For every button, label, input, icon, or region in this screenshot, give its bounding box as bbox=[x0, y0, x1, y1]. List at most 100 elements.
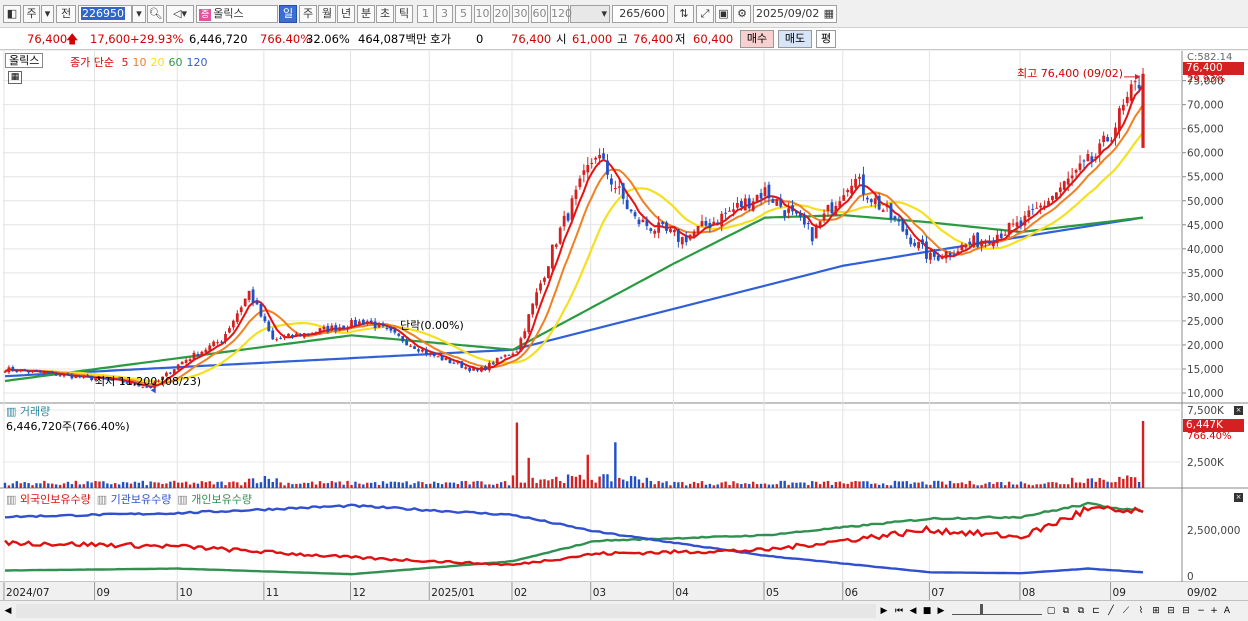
volume-bar bbox=[228, 482, 231, 488]
grid-toggle-icon[interactable]: ▦ bbox=[8, 71, 22, 84]
period-5[interactable]: 초 bbox=[376, 5, 394, 23]
next-page-icon[interactable]: ▶ bbox=[935, 604, 947, 618]
period-3[interactable]: 년 bbox=[337, 5, 355, 23]
interval-4[interactable]: 20 bbox=[493, 5, 510, 23]
candle-body bbox=[779, 198, 783, 207]
volume-bar bbox=[247, 478, 251, 488]
volume-bar bbox=[425, 484, 428, 488]
holding-legend-1[interactable]: ▥ 기관보유수량 bbox=[97, 493, 172, 506]
zoom-slider-handle[interactable] bbox=[980, 604, 983, 615]
zoom-in-icon[interactable]: + bbox=[1208, 604, 1220, 618]
volume-bar bbox=[54, 484, 58, 488]
compare-icon[interactable]: ⇅ bbox=[674, 5, 694, 23]
candle-body bbox=[637, 219, 641, 225]
candle-body bbox=[688, 234, 692, 240]
ma-legend-60[interactable]: 60 bbox=[168, 56, 182, 69]
buy-button[interactable]: 매수 bbox=[740, 30, 774, 48]
scroll-right-icon[interactable]: ▶ bbox=[878, 604, 890, 618]
scrollbar-track[interactable] bbox=[16, 604, 876, 618]
interval-5[interactable]: 30 bbox=[512, 5, 529, 23]
candle-body bbox=[531, 303, 535, 315]
scroll-left-icon[interactable]: ◀ bbox=[2, 604, 14, 618]
prev-page-icon[interactable]: ◀ bbox=[907, 604, 919, 618]
zoom-slider[interactable] bbox=[952, 604, 1042, 615]
period-6[interactable]: 틱 bbox=[395, 5, 413, 23]
candle-body bbox=[673, 230, 676, 233]
stock-name-field[interactable]: 증 올릭스 bbox=[196, 5, 278, 23]
text-tool-icon[interactable]: A bbox=[1221, 604, 1233, 618]
candle-body bbox=[810, 227, 814, 242]
compare-view-icon[interactable]: ⧉ bbox=[1060, 604, 1072, 618]
copy-icon[interactable]: ⧉ bbox=[1075, 604, 1087, 618]
candle-body bbox=[291, 334, 294, 337]
gear-icon[interactable]: ⚙ bbox=[733, 5, 751, 23]
chart-area[interactable]: 75,000 70,000 65,000 60,000 55,000 50,000 45,0… bbox=[0, 51, 1248, 600]
interval-7[interactable]: 120 bbox=[550, 5, 572, 23]
ma-legend-120[interactable]: 120 bbox=[186, 56, 207, 69]
code-input[interactable]: 226950 bbox=[78, 5, 132, 23]
ruler-icon[interactable]: ⊏ bbox=[1090, 604, 1102, 618]
window-menu-icon[interactable]: ◧ bbox=[3, 5, 21, 23]
candle-body bbox=[736, 202, 739, 208]
candle-body bbox=[330, 325, 334, 331]
interval-6[interactable]: 60 bbox=[531, 5, 548, 23]
ma-legend-10[interactable]: 10 bbox=[132, 56, 146, 69]
volume-bar bbox=[988, 482, 991, 488]
volume-bar bbox=[767, 484, 771, 488]
period-2[interactable]: 월 bbox=[318, 5, 336, 23]
volume-bar bbox=[972, 484, 975, 488]
candle-body bbox=[547, 266, 550, 279]
stop-icon[interactable]: ■ bbox=[921, 604, 933, 618]
first-icon[interactable]: ⏮ bbox=[893, 604, 905, 618]
holding-legend-0[interactable]: ▥ 외국인보유수량 bbox=[6, 493, 91, 506]
volume-bar bbox=[125, 482, 129, 488]
volume-bar bbox=[732, 481, 735, 488]
date-field[interactable]: 2025/09/02 ▦ bbox=[753, 5, 837, 23]
layout-icon[interactable]: ▢ bbox=[1045, 604, 1057, 618]
holding-legend-2[interactable]: ▥ 개인보유수량 bbox=[177, 493, 252, 506]
market-dropdown-icon[interactable]: ▾ bbox=[41, 5, 54, 23]
period-1[interactable]: 주 bbox=[299, 5, 317, 23]
cursor-icon[interactable]: ⤢ bbox=[696, 5, 714, 23]
y-tick-label: 50,000 bbox=[1187, 196, 1224, 208]
candle-body bbox=[208, 345, 212, 351]
ma-legend-20[interactable]: 20 bbox=[150, 56, 164, 69]
save-icon[interactable]: ▣ bbox=[715, 5, 732, 23]
volume-bar bbox=[622, 479, 625, 488]
search-icon[interactable]: 🔍︎ bbox=[147, 5, 164, 23]
draw-tool-icon[interactable]: ⌇ bbox=[1135, 604, 1147, 618]
candle-body bbox=[350, 320, 353, 328]
trend-tool-icon[interactable]: ⟋ bbox=[1120, 604, 1132, 618]
chart-svg[interactable]: 75,00070,00065,00060,00055,00050,00045,0… bbox=[0, 51, 1248, 600]
sound-icon[interactable]: ◁▾ bbox=[166, 5, 194, 23]
pane-name-box[interactable]: 올릭스 bbox=[5, 53, 44, 68]
sell-button[interactable]: 매도 bbox=[778, 30, 812, 48]
interval-0[interactable]: 1 bbox=[417, 5, 434, 23]
fib-tool-icon[interactable]: ⊞ bbox=[1150, 604, 1162, 618]
interval-1[interactable]: 3 bbox=[436, 5, 453, 23]
calendar-icon[interactable]: ▦ bbox=[824, 6, 836, 22]
candle-body bbox=[255, 301, 259, 305]
zoom-out-icon[interactable]: − bbox=[1195, 604, 1207, 618]
interval-2[interactable]: 5 bbox=[455, 5, 472, 23]
volume-bar bbox=[834, 482, 838, 488]
prev-button[interactable]: 전 bbox=[56, 5, 76, 23]
line-tool-icon[interactable]: ╱ bbox=[1105, 604, 1117, 618]
grid-tool-icon[interactable]: ⊟ bbox=[1165, 604, 1177, 618]
minus-icon[interactable]: ⊟ bbox=[1180, 604, 1192, 618]
candle-body bbox=[1125, 96, 1129, 104]
period-4[interactable]: 분 bbox=[357, 5, 375, 23]
count-field[interactable]: 265/600 bbox=[612, 5, 668, 23]
volume-bar bbox=[539, 479, 542, 488]
interval-3[interactable]: 10 bbox=[474, 5, 491, 23]
code-dropdown-icon[interactable]: ▾ bbox=[132, 5, 146, 23]
candle-body bbox=[755, 195, 759, 202]
interval-dropdown[interactable]: ▾ bbox=[570, 5, 610, 23]
eval-button[interactable]: 평 bbox=[816, 30, 836, 48]
market-select[interactable]: 주 bbox=[23, 5, 40, 23]
volume-close-icon[interactable]: × bbox=[1234, 406, 1243, 415]
ma-legend-5[interactable]: 5 bbox=[121, 56, 128, 69]
holding-close-icon[interactable]: × bbox=[1234, 493, 1243, 502]
volume-bar bbox=[468, 484, 471, 488]
period-0[interactable]: 일 bbox=[279, 5, 297, 23]
